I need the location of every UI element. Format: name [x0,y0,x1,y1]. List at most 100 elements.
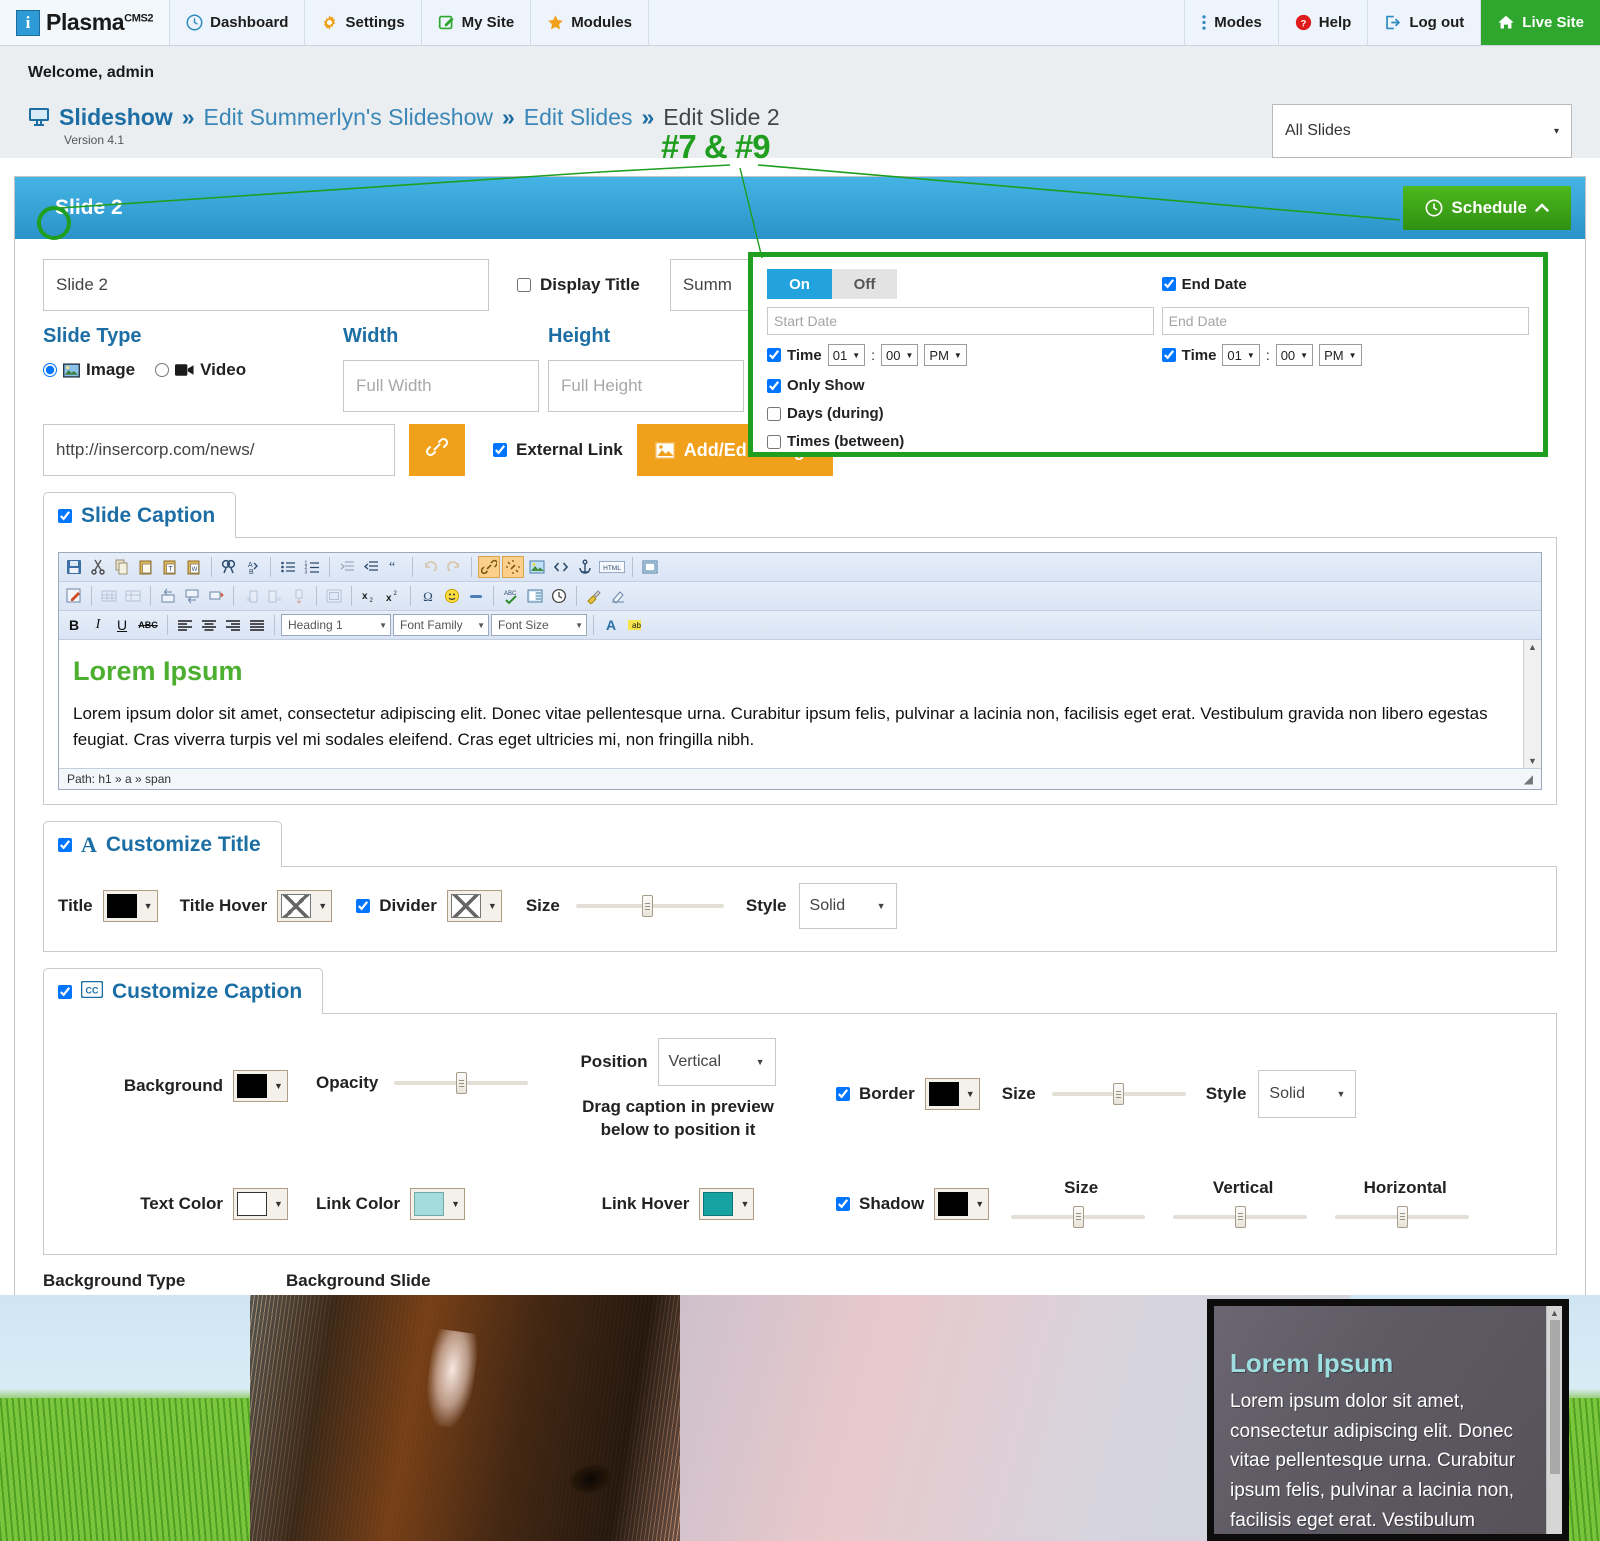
caption-shadow-swatch[interactable]: ▼ [934,1187,990,1220]
row-before-icon[interactable] [157,585,179,607]
emoticon-icon[interactable] [441,585,463,607]
end-meridiem-select[interactable]: PM ▼ [1319,344,1362,366]
scroll-up-arrow-icon[interactable]: ▲ [1528,640,1537,654]
title-style-select[interactable]: Solid ▼ [798,883,897,929]
col-after-icon[interactable]: m [264,585,286,607]
slider-knob[interactable] [642,895,654,917]
caption-shadow-horizontal-slider[interactable] [1335,1204,1470,1230]
subscript-icon[interactable]: x2 [358,585,380,607]
times-between-checkbox[interactable] [767,434,781,449]
nav-item-my-site[interactable]: My Site [422,0,532,45]
col-delete-icon[interactable] [288,585,310,607]
slide-type-option-image[interactable]: Image [43,360,135,380]
external-link-checkbox[interactable] [493,443,507,457]
underline-button[interactable]: U [111,614,133,636]
caption-opacity-slider[interactable] [394,1070,529,1096]
bold-button[interactable]: B [63,614,85,636]
scroll-down-arrow-icon[interactable]: ▼ [1528,754,1537,768]
nav-item-modes[interactable]: Modes [1185,0,1279,45]
editor-content-area[interactable]: Lorem Ipsum Lorem ipsum dolor sit amet, … [59,640,1541,768]
caption-border-size-slider[interactable] [1051,1081,1186,1107]
align-left-icon[interactable] [174,614,196,636]
slider-knob[interactable] [1072,1205,1084,1228]
table-icon[interactable] [98,585,120,607]
width-input[interactable] [343,360,539,412]
title-hover-color-swatch[interactable]: ▼ [277,890,333,922]
spellcheck-icon[interactable]: ABC [500,585,522,607]
only-show-checkbox[interactable] [767,378,781,393]
customize-caption-tab[interactable]: CC Customize Caption [43,968,324,1014]
divider-checkbox[interactable] [356,899,371,913]
cell-props-icon[interactable] [323,585,345,607]
breadcrumb-root[interactable]: Slideshow [59,104,173,131]
caption-link-color-swatch[interactable]: ▼ [410,1187,466,1220]
paste-word-icon[interactable]: W [183,556,205,578]
redo-icon[interactable] [443,556,465,578]
times-between-row[interactable]: Times (between) [767,433,1154,450]
start-time-checkbox[interactable] [767,348,781,362]
schedule-toggle-off[interactable]: Off [832,269,897,299]
end-time-checkbox[interactable] [1161,348,1176,362]
preview-caption-scrollbar[interactable]: ▲ [1546,1306,1562,1534]
title-size-slider[interactable] [575,893,724,919]
start-date-input[interactable] [767,307,1154,335]
link-button[interactable] [409,424,465,476]
template-icon[interactable] [524,585,546,607]
copy-icon[interactable] [111,556,133,578]
divider-color-swatch[interactable]: ▼ [446,890,502,922]
format-select[interactable]: Heading 1 ▼ [281,614,391,636]
link-icon[interactable] [478,556,500,578]
font-size-select[interactable]: Font Size ▼ [491,614,587,636]
row-delete-icon[interactable] [205,585,227,607]
time-icon[interactable] [548,585,570,607]
numbered-list-icon[interactable]: 123 [301,556,323,578]
nav-item-settings[interactable]: Settings [305,0,422,45]
customize-title-checkbox[interactable] [58,838,72,852]
bullet-list-icon[interactable] [277,556,299,578]
live-site-button[interactable]: Live Site [1481,0,1600,45]
days-during-checkbox[interactable] [767,406,781,421]
end-date-input[interactable] [1161,307,1529,335]
align-right-icon[interactable] [222,614,244,636]
schedule-button[interactable]: Schedule [1403,186,1571,230]
caption-shadow-checkbox-label[interactable]: Shadow [836,1194,924,1214]
end-minute-select[interactable]: 00 ▼ [1275,344,1314,366]
undo-icon[interactable] [419,556,441,578]
anchor-icon[interactable] [574,556,596,578]
customize-title-tab[interactable]: A Customize Title [43,821,282,867]
slide-caption-tab[interactable]: Slide Caption [43,492,237,538]
display-title-checkbox-label[interactable]: Display Title [517,275,640,295]
end-date-row[interactable]: End Date [1161,269,1529,299]
special-char-icon[interactable]: Ω [417,585,439,607]
row-after-icon[interactable] [181,585,203,607]
italic-button[interactable]: I [87,614,109,636]
nav-item-logout[interactable]: Log out [1368,0,1482,45]
days-during-row[interactable]: Days (during) [767,405,1154,422]
replace-icon[interactable]: AB [242,556,264,578]
superscript-icon[interactable]: x2 [382,585,404,607]
html-icon[interactable]: HTML [598,556,626,578]
nav-item-modules[interactable]: Modules [531,0,650,45]
remove-format-icon[interactable] [607,585,629,607]
table-delete-icon[interactable] [122,585,144,607]
slider-knob[interactable] [455,1072,467,1094]
caption-shadow-vertical-slider[interactable] [1173,1204,1308,1230]
indent-icon[interactable] [360,556,382,578]
display-title-checkbox[interactable] [517,278,531,292]
caption-shadow-size-slider[interactable] [1011,1204,1146,1230]
col-before-icon[interactable]: m [240,585,262,607]
scrollbar-thumb[interactable] [1549,1320,1560,1474]
breadcrumb-link-slideshow[interactable]: Edit Summerlyn's Slideshow [204,104,493,131]
cleanup-icon[interactable] [583,585,605,607]
caption-shadow-checkbox[interactable] [836,1196,850,1211]
edit-icon[interactable] [63,585,85,607]
brand-logo[interactable]: i PlasmaCMS2 [0,0,171,45]
slider-knob[interactable] [1234,1205,1246,1228]
nav-item-help[interactable]: ? Help [1279,0,1369,45]
scroll-up-arrow-icon[interactable]: ▲ [1550,1306,1559,1318]
slider-knob[interactable] [1113,1083,1125,1105]
end-hour-select[interactable]: 01 ▼ [1222,344,1260,366]
forecolor-button[interactable]: A [600,614,622,636]
editor-scrollbar[interactable]: ▲ ▼ [1523,640,1541,768]
hr-icon[interactable] [465,585,487,607]
